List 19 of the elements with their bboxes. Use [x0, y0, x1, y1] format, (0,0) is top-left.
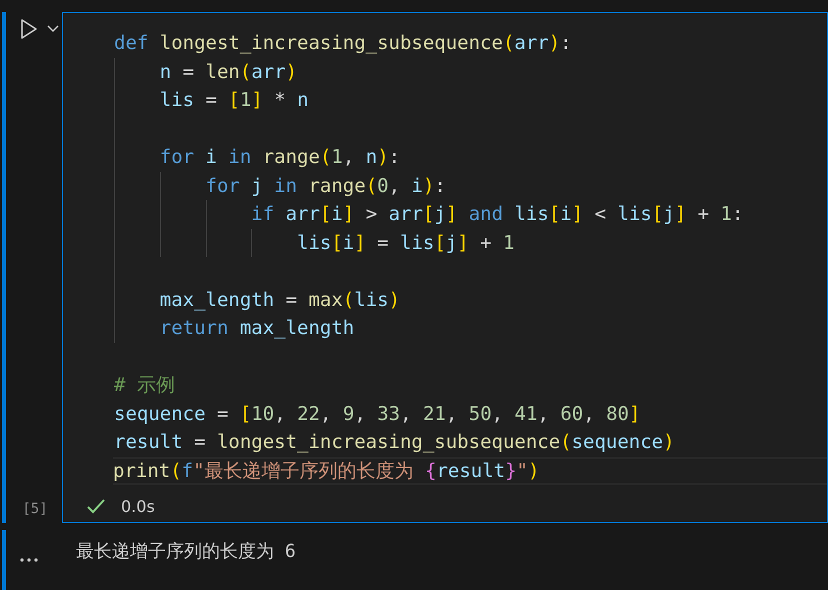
code-line: for j in range(0, i): [206, 174, 447, 198]
code-line: def longest_increasing_subsequence(arr): [114, 31, 573, 56]
code-line: lis[i] = lis[j] + 1 [297, 230, 516, 256]
code-line: lis = [1] * n [160, 88, 310, 113]
code-line: print(f"最长递增子序列的长度为 {result}") [113, 456, 827, 485]
output-text: 最长递增子序列的长度为 6 [75, 540, 296, 564]
code-line: for i in range(1, n): [160, 145, 402, 170]
code-line: sequence = [10, 22, 9, 33, 21, 50, 41, 60, 80] [114, 402, 642, 426]
code-line: if arr[i] > arr[j] and lis[i] < lis[j] + 1: [251, 202, 744, 227]
execution-time: 0.0s [121, 497, 155, 516]
code-line: return max_length [160, 316, 356, 341]
code-line: # 示例 [114, 373, 176, 398]
code-line: max_length = max(lis) [160, 288, 402, 312]
more-icon[interactable] [20, 558, 38, 562]
code-line: n = len(arr) [160, 60, 298, 84]
run-button[interactable] [19, 18, 39, 40]
chevron-down-icon[interactable] [47, 25, 59, 33]
execution-count: [5] [22, 501, 48, 517]
code-line: result = longest_increasing_subsequence(sequence) [114, 430, 676, 455]
